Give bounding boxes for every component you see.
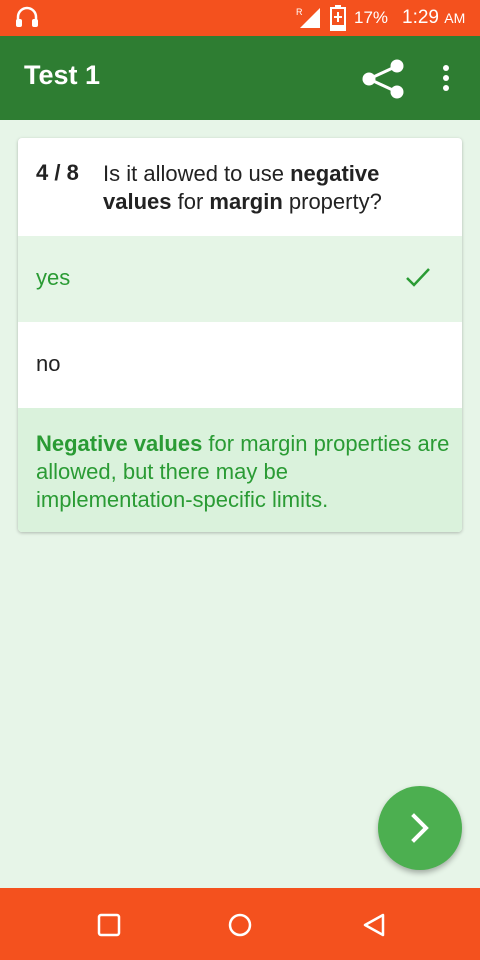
answer-option-no[interactable]: no [18, 322, 462, 408]
question-card: 4 / 8 Is it allowed to use negative valu… [18, 138, 462, 532]
answer-explanation: Negative values for margin properties ar… [18, 408, 462, 532]
answer-label: yes [36, 265, 71, 290]
question-text-part: Is it allowed to use [103, 161, 291, 186]
back-triangle-icon[interactable] [361, 912, 387, 938]
home-circle-icon[interactable] [227, 912, 253, 938]
clock: 1:29 AM [402, 7, 465, 29]
question-text-part: property? [282, 189, 382, 214]
share-icon[interactable] [360, 58, 406, 100]
navigation-bar [0, 888, 480, 960]
question-text-bold: margin [209, 189, 283, 214]
answer-option-yes[interactable]: yes [18, 236, 462, 323]
question-text-part: for [171, 189, 210, 214]
more-vert-icon[interactable] [434, 60, 458, 96]
recents-square-icon[interactable] [96, 912, 122, 938]
signal-icon: R [296, 7, 320, 28]
answer-label: no [36, 351, 61, 376]
signal-roaming-label: R [296, 7, 303, 17]
headset-icon [16, 6, 38, 27]
status-bar: R 17% 1:29 AM [0, 0, 480, 36]
question-counter: 4 / 8 [36, 160, 79, 185]
battery-percent: 17% [354, 8, 389, 27]
battery-charging-icon [330, 5, 346, 31]
explanation-text: Negative values for margin properties ar… [36, 430, 450, 514]
question-header: 4 / 8 Is it allowed to use negative valu… [18, 138, 462, 236]
clock-time: 1:29 [402, 7, 439, 28]
next-button[interactable] [378, 786, 462, 870]
check-icon [406, 268, 430, 287]
chevron-right-icon [411, 813, 429, 843]
explanation-bold: Negative values [36, 431, 203, 456]
page-title: Test 1 [24, 60, 101, 90]
app-bar: Test 1 [0, 36, 480, 120]
question-text: Is it allowed to use negative values for… [103, 160, 433, 216]
clock-ampm: AM [444, 10, 466, 26]
